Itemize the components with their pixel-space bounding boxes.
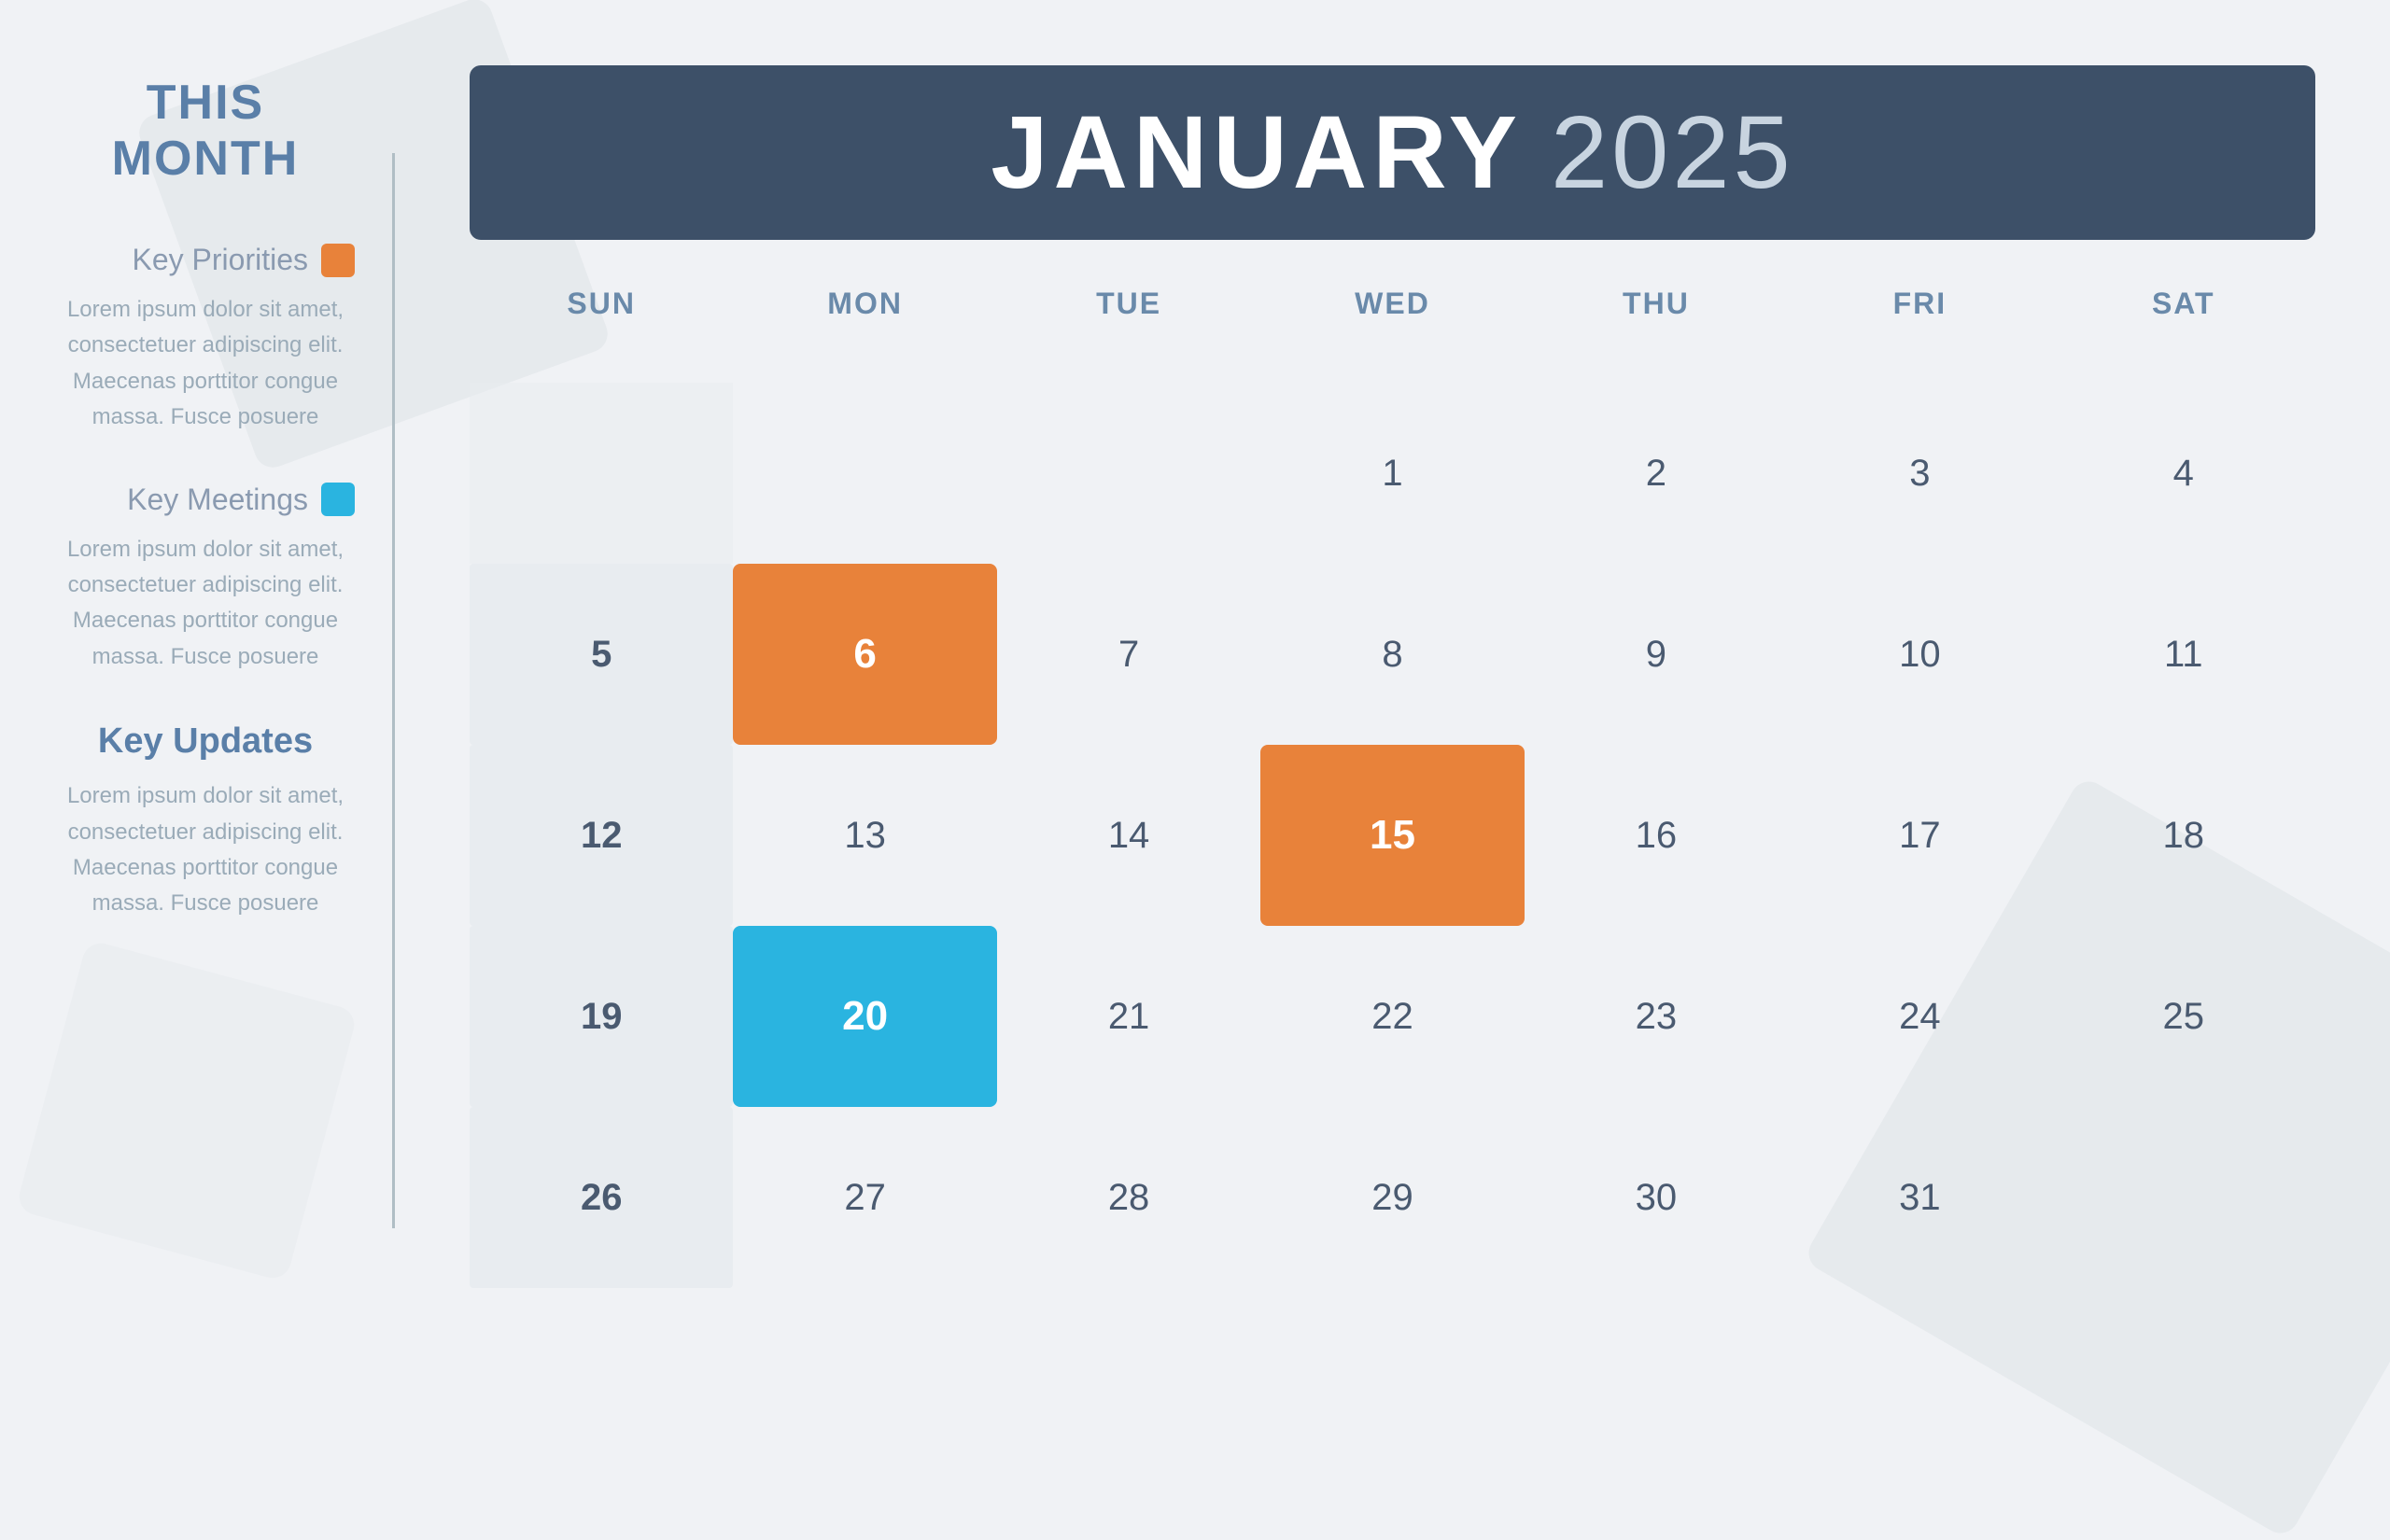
updates-section: Key Updates Lorem ipsum dolor sit amet, … [56, 721, 355, 922]
meetings-header: Key Meetings [56, 483, 355, 517]
table-row: 19 [470, 926, 733, 1107]
table-row: 31 [1788, 1107, 2051, 1288]
table-row: 5 [470, 564, 733, 745]
day-header-tue: TUE [997, 268, 1260, 383]
table-row: 29 [1260, 1107, 1524, 1288]
table-row: 17 [1788, 745, 2051, 926]
day-header-wed: WED [1260, 268, 1524, 383]
meetings-swatch [321, 483, 355, 516]
table-row: 18 [2052, 745, 2315, 926]
table-row: 4 [2052, 383, 2315, 564]
day-header-mon: MON [733, 268, 996, 383]
page-container: THIS MONTH Key Priorities Lorem ipsum do… [0, 0, 2390, 1344]
table-row: 10 [1788, 564, 2051, 745]
table-row: 14 [997, 745, 1260, 926]
table-row: 22 [1260, 926, 1524, 1107]
table-row: 11 [2052, 564, 2315, 745]
calendar-year: 2025 [1551, 93, 1794, 212]
priorities-swatch [321, 244, 355, 277]
day-header-sun: SUN [470, 268, 733, 383]
main-content: JANUARY 2025 SUN MON TUE WED THU FRI SAT… [395, 0, 2390, 1344]
priorities-header: Key Priorities [56, 243, 355, 277]
meetings-text: Lorem ipsum dolor sit amet, consectetuer… [56, 532, 355, 676]
priorities-text: Lorem ipsum dolor sit amet, consectetuer… [56, 292, 355, 436]
sidebar: THIS MONTH Key Priorities Lorem ipsum do… [0, 0, 392, 1344]
meetings-label: Key Meetings [127, 483, 308, 517]
calendar-grid: SUN MON TUE WED THU FRI SAT 123456789101… [470, 268, 2315, 1288]
table-row: 24 [1788, 926, 2051, 1107]
table-row: 1 [1260, 383, 1524, 564]
table-row: 25 [2052, 926, 2315, 1107]
meetings-section: Key Meetings Lorem ipsum dolor sit amet,… [56, 483, 355, 676]
table-row: 21 [997, 926, 1260, 1107]
calendar-header: JANUARY 2025 [470, 65, 2315, 240]
table-row: 13 [733, 745, 996, 926]
table-row: 20 [733, 926, 996, 1107]
day-header-thu: THU [1525, 268, 1788, 383]
day-header-sat: SAT [2052, 268, 2315, 383]
table-row: 23 [1525, 926, 1788, 1107]
table-row [2052, 1107, 2315, 1288]
table-row: 30 [1525, 1107, 1788, 1288]
table-row: 8 [1260, 564, 1524, 745]
calendar-month: JANUARY [991, 93, 1523, 212]
table-row: 15 [1260, 745, 1524, 926]
table-row: 3 [1788, 383, 2051, 564]
updates-text: Lorem ipsum dolor sit amet, consectetuer… [56, 778, 355, 922]
table-row: 2 [1525, 383, 1788, 564]
table-row: 9 [1525, 564, 1788, 745]
table-row [997, 383, 1260, 564]
table-row [733, 383, 996, 564]
priorities-section: Key Priorities Lorem ipsum dolor sit ame… [56, 243, 355, 436]
priorities-label: Key Priorities [133, 243, 309, 277]
table-row: 12 [470, 745, 733, 926]
table-row: 28 [997, 1107, 1260, 1288]
table-row: 16 [1525, 745, 1788, 926]
table-row: 26 [470, 1107, 733, 1288]
table-row: 6 [733, 564, 996, 745]
day-header-fri: FRI [1788, 268, 2051, 383]
table-row: 7 [997, 564, 1260, 745]
updates-title: Key Updates [56, 721, 355, 762]
table-row: 27 [733, 1107, 996, 1288]
table-row [470, 383, 733, 564]
sidebar-title: THIS MONTH [56, 75, 355, 187]
